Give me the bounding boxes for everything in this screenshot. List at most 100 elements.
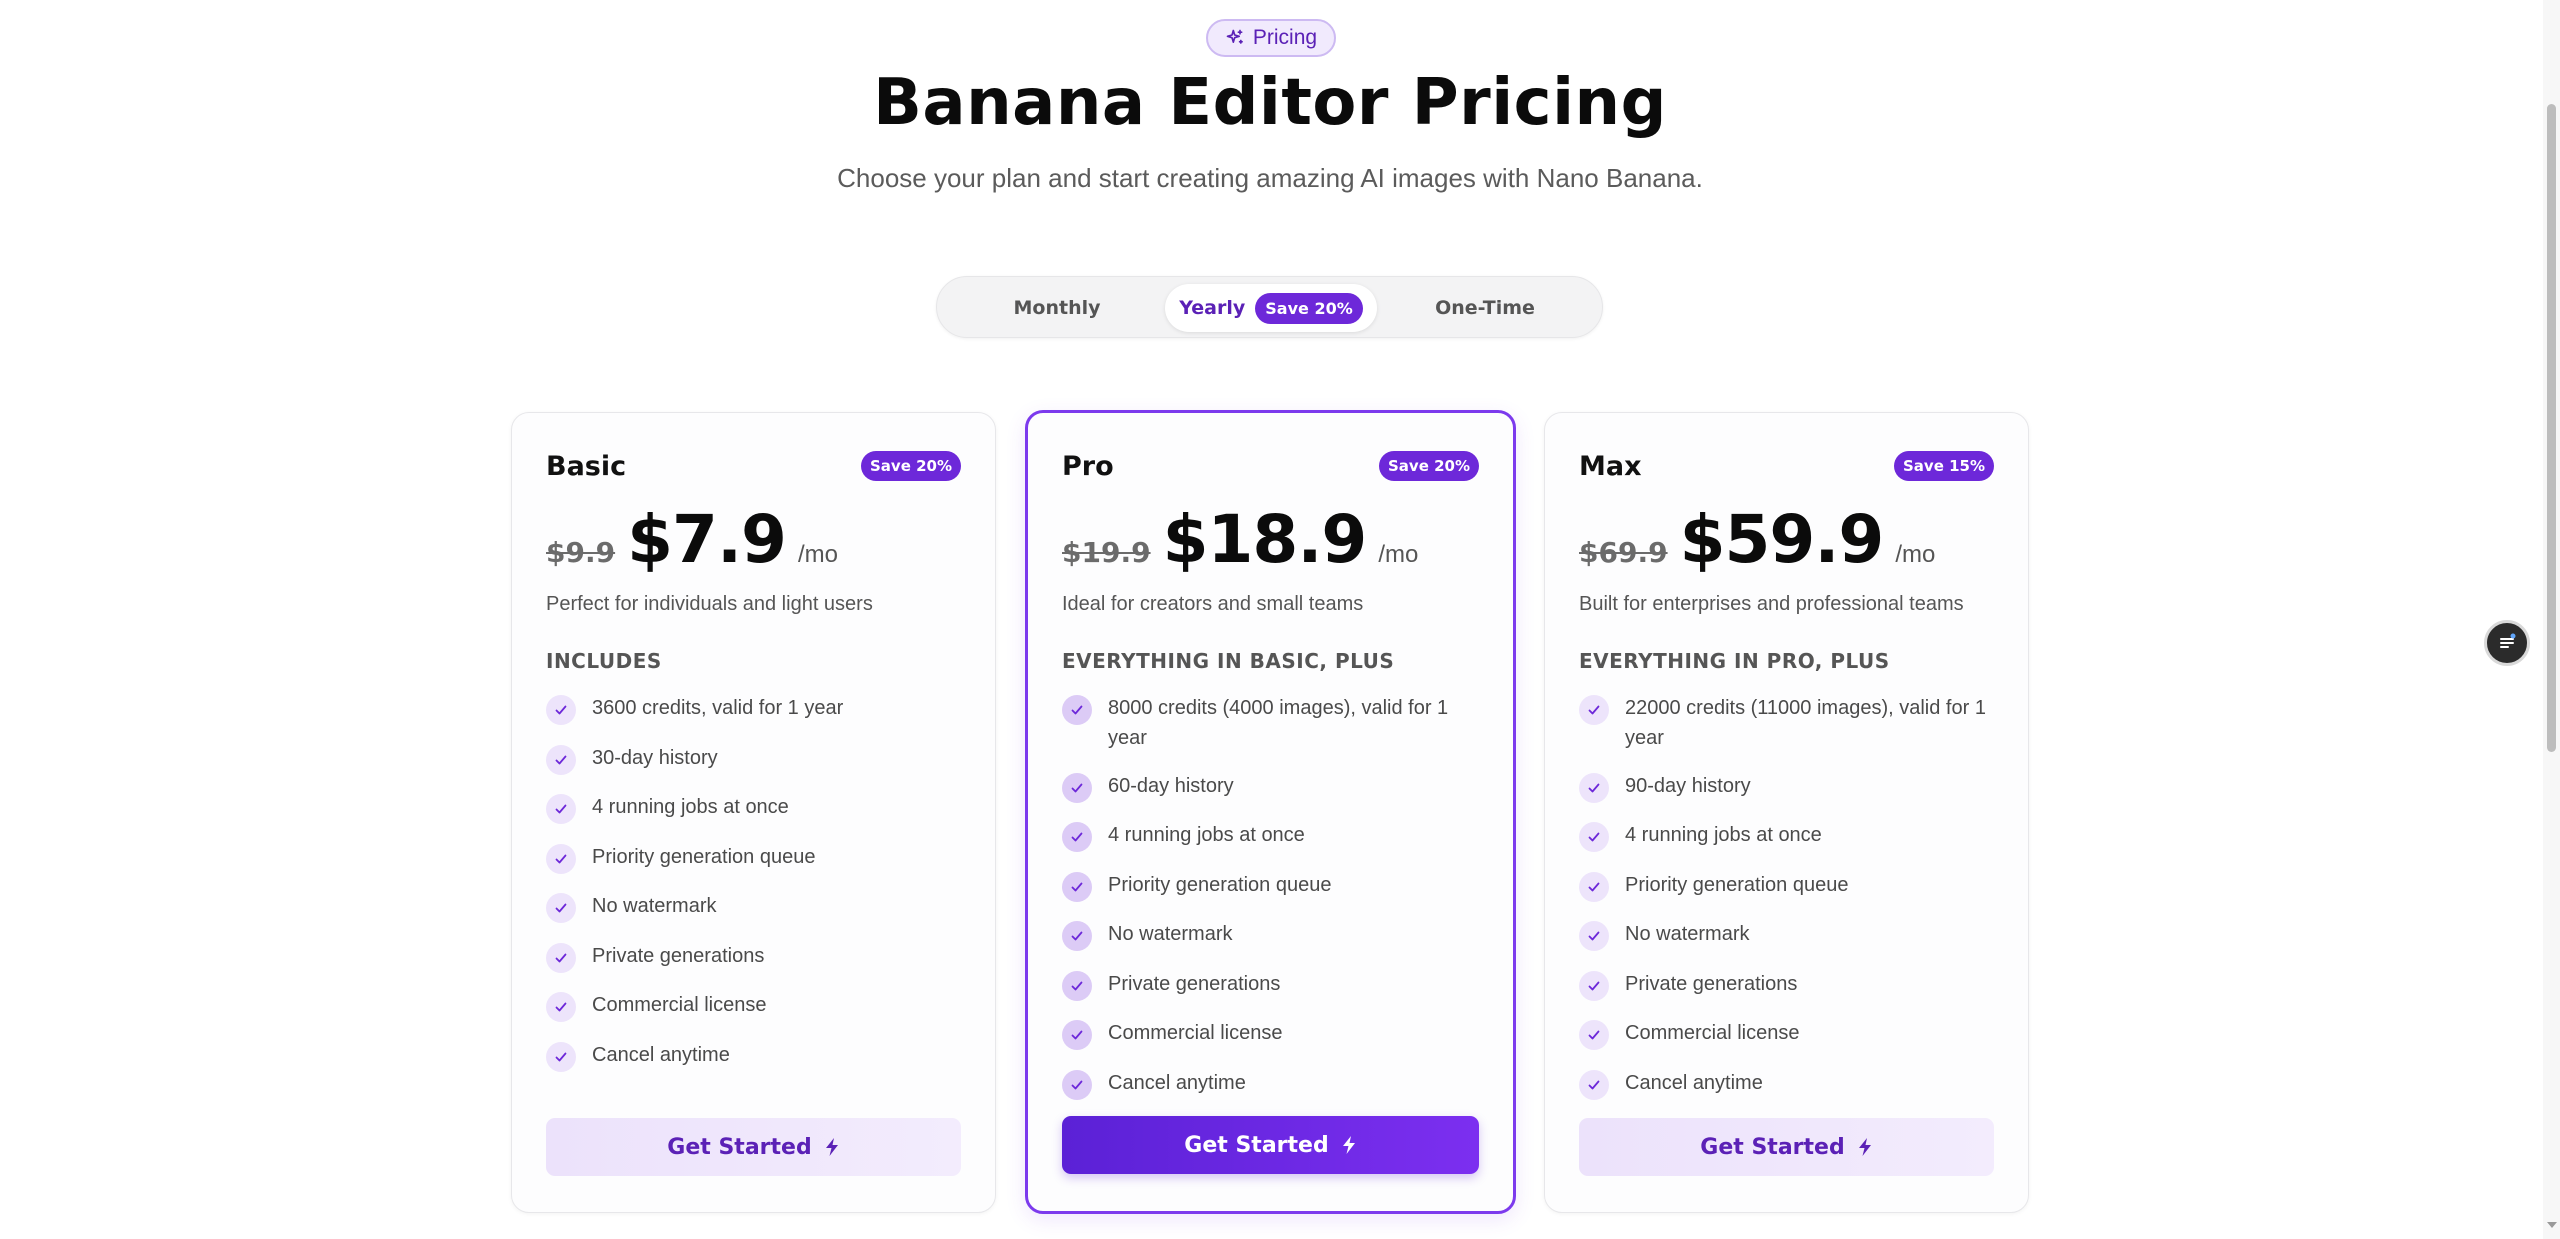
feature-item: Priority generation queue xyxy=(546,842,961,874)
feature-item: Private generations xyxy=(1579,969,1994,1001)
feature-text: Commercial license xyxy=(1108,1022,1283,1044)
old-price: $19.9 xyxy=(1062,536,1151,569)
feature-item: 90-day history xyxy=(1579,771,1994,803)
check-icon xyxy=(546,843,576,874)
feature-item: Commercial license xyxy=(546,990,961,1022)
save-badge: Save 15% xyxy=(1893,451,1994,481)
feature-text: 22000 credits (11000 images), valid for … xyxy=(1625,697,1986,749)
feature-text: Private generations xyxy=(592,944,765,967)
feature-text: Priority generation queue xyxy=(592,845,816,868)
feature-text: Private generations xyxy=(1625,972,1798,995)
old-price: $9.9 xyxy=(546,536,616,569)
check-icon xyxy=(1062,871,1092,902)
toggle-option-one-time[interactable]: One-Time xyxy=(1385,284,1585,332)
includes-title: EVERYTHING IN BASIC, PLUS xyxy=(1062,649,1395,673)
feature-item: 30-day history xyxy=(546,743,961,775)
current-price: $59.9 xyxy=(1679,501,1885,578)
check-icon xyxy=(546,744,576,775)
pricing-badge-label: Pricing xyxy=(1252,26,1318,49)
billing-toggle: Monthly Yearly Save 20% One-Time xyxy=(936,276,1603,338)
feature-item: 22000 credits (11000 images), valid for … xyxy=(1579,693,1994,753)
save-badge: Save 20% xyxy=(1378,451,1479,481)
includes-title: INCLUDES xyxy=(546,649,662,673)
current-price: $18.9 xyxy=(1162,501,1368,578)
check-icon xyxy=(546,794,576,824)
check-icon xyxy=(546,893,576,923)
feature-item: Cancel anytime xyxy=(1062,1068,1479,1100)
scroll-down-arrow-icon[interactable] xyxy=(2547,1222,2557,1228)
old-price: $69.9 xyxy=(1579,536,1668,569)
check-icon xyxy=(1579,1020,1609,1050)
price-row: $69.9 $59.9 /mo xyxy=(1579,501,1935,578)
feature-text: 90-day history xyxy=(1625,774,1751,797)
feature-item: No watermark xyxy=(546,891,961,923)
lightning-bolt-icon xyxy=(1858,1138,1871,1156)
save-badge: Save 20% xyxy=(860,451,961,481)
chat-menu-icon xyxy=(2500,633,2516,648)
feature-item: 4 running jobs at once xyxy=(1579,820,1994,852)
feature-item: No watermark xyxy=(1062,919,1479,951)
check-icon xyxy=(1579,871,1609,902)
feature-text: Cancel anytime xyxy=(592,1043,730,1066)
page-subtitle: Choose your plan and start creating amaz… xyxy=(837,163,1703,193)
check-icon xyxy=(1062,1069,1092,1100)
price-row: $19.9 $18.9 /mo xyxy=(1062,501,1418,578)
feature-text: Priority generation queue xyxy=(1108,873,1332,896)
chat-menu-button[interactable] xyxy=(2484,620,2530,666)
feature-item: Commercial license xyxy=(1062,1018,1479,1050)
sparkles-icon xyxy=(1226,29,1243,44)
feature-text: 60-day history xyxy=(1108,774,1234,797)
plan-name: Basic xyxy=(546,451,627,482)
check-icon xyxy=(1062,970,1092,1001)
lightning-bolt-icon xyxy=(825,1138,838,1156)
check-icon xyxy=(1579,772,1609,803)
feature-text: No watermark xyxy=(1108,923,1233,945)
feature-item: Commercial license xyxy=(1579,1018,1994,1050)
check-icon xyxy=(1062,772,1092,803)
price-row: $9.9 $7.9 /mo xyxy=(546,501,838,578)
get-started-label: Get Started xyxy=(1700,1134,1845,1160)
plan-description: Ideal for creators and small teams xyxy=(1062,593,1364,615)
feature-text: Commercial license xyxy=(592,994,767,1016)
check-icon xyxy=(546,942,576,973)
feature-list: 22000 credits (11000 images), valid for … xyxy=(1579,693,1994,1117)
get-started-button[interactable]: Get Started xyxy=(1579,1118,1994,1176)
feature-list: 8000 credits (4000 images), valid for 1 … xyxy=(1062,693,1479,1117)
plan-card-max: Max Save 15% $69.9 $59.9 /mo Built for e… xyxy=(1544,412,2029,1213)
price-period: /mo xyxy=(797,541,838,568)
check-icon xyxy=(1579,695,1609,725)
get-started-button[interactable]: Get Started xyxy=(1062,1116,1479,1174)
feature-item: Priority generation queue xyxy=(1062,870,1479,902)
check-icon xyxy=(1062,921,1092,951)
feature-text: 4 running jobs at once xyxy=(1108,824,1305,846)
get-started-label: Get Started xyxy=(667,1134,812,1160)
check-icon xyxy=(546,695,576,725)
feature-text: 4 running jobs at once xyxy=(1625,824,1822,846)
feature-item: 4 running jobs at once xyxy=(546,792,961,824)
check-icon xyxy=(1579,822,1609,852)
feature-text: No watermark xyxy=(1625,923,1750,945)
feature-item: Private generations xyxy=(546,941,961,973)
current-price: $7.9 xyxy=(627,501,787,578)
feature-text: No watermark xyxy=(592,895,717,917)
lightning-bolt-icon xyxy=(1342,1136,1355,1154)
feature-text: Cancel anytime xyxy=(1108,1071,1246,1094)
toggle-option-monthly[interactable]: Monthly xyxy=(957,284,1157,332)
feature-item: 8000 credits (4000 images), valid for 1 … xyxy=(1062,693,1479,753)
check-icon xyxy=(1579,1069,1609,1100)
scrollbar-thumb[interactable] xyxy=(2547,104,2556,752)
feature-item: 60-day history xyxy=(1062,771,1479,803)
check-icon xyxy=(1579,970,1609,1001)
price-period: /mo xyxy=(1378,541,1419,568)
feature-item: Private generations xyxy=(1062,969,1479,1001)
pricing-badge: Pricing xyxy=(1206,19,1336,57)
feature-item: 3600 credits, valid for 1 year xyxy=(546,693,961,725)
page-title: Banana Editor Pricing xyxy=(873,66,1667,140)
get-started-button[interactable]: Get Started xyxy=(546,1118,961,1176)
check-icon xyxy=(1062,822,1092,852)
page-scrollbar[interactable] xyxy=(2543,0,2560,1239)
toggle-option-yearly[interactable]: Yearly Save 20% xyxy=(1165,284,1377,332)
check-icon xyxy=(546,1041,576,1072)
feature-item: No watermark xyxy=(1579,919,1994,951)
get-started-label: Get Started xyxy=(1184,1132,1329,1158)
